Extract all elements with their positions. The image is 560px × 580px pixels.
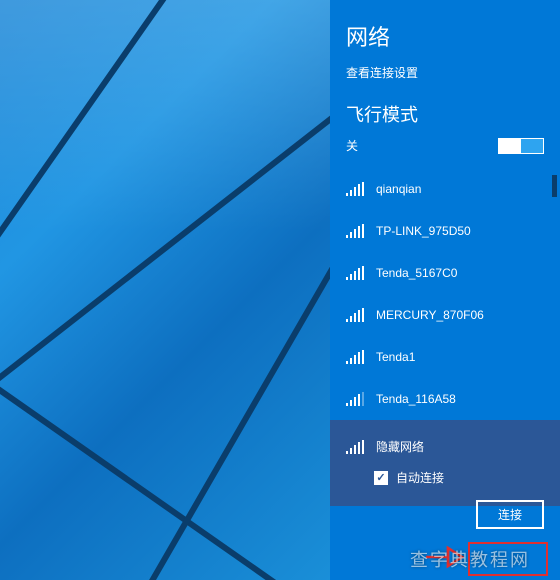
signal-icon	[346, 440, 364, 454]
airplane-mode-status: 关	[346, 137, 358, 154]
desktop-wallpaper	[0, 0, 330, 580]
view-connection-settings-link[interactable]: 查看连接设置	[330, 64, 560, 97]
hidden-network-item[interactable]: 隐藏网络	[330, 430, 560, 461]
decorative-line	[0, 375, 330, 580]
signal-icon	[346, 182, 364, 196]
wifi-network-list: qianqian TP-LINK_975D50 Tenda_5167C0 MER…	[330, 164, 560, 420]
annotation-highlight-box	[468, 542, 548, 576]
panel-title: 网络	[330, 20, 560, 64]
signal-icon	[346, 266, 364, 280]
wifi-name: MERCURY_870F06	[376, 308, 484, 322]
wifi-network-item[interactable]: Tenda_116A58	[330, 378, 560, 420]
scrollbar[interactable]	[552, 175, 557, 197]
decorative-line	[80, 180, 330, 580]
wifi-name: Tenda_116A58	[376, 392, 456, 406]
airplane-mode-toggle[interactable]	[498, 138, 544, 154]
auto-connect-label: 自动连接	[396, 469, 444, 486]
hidden-network-label: 隐藏网络	[376, 438, 424, 455]
airplane-mode-label: 飞行模式	[330, 97, 560, 137]
wifi-name: Tenda1	[376, 350, 415, 364]
decorative-line	[0, 0, 185, 465]
signal-icon	[346, 392, 364, 406]
auto-connect-checkbox[interactable]: ✓	[374, 471, 388, 485]
wifi-network-item[interactable]: qianqian	[330, 168, 560, 210]
wifi-name: qianqian	[376, 182, 421, 196]
annotation-arrow-icon	[424, 542, 464, 572]
wifi-network-item[interactable]: Tenda1	[330, 336, 560, 378]
hidden-network-section: 隐藏网络 ✓ 自动连接 连接	[330, 420, 560, 506]
signal-icon	[346, 224, 364, 238]
signal-icon	[346, 308, 364, 322]
network-charm-panel: 网络 查看连接设置 飞行模式 关 qianqian TP-LINK_975D50…	[330, 0, 560, 580]
signal-icon	[346, 350, 364, 364]
wifi-network-item[interactable]: Tenda_5167C0	[330, 252, 560, 294]
wifi-name: Tenda_5167C0	[376, 266, 457, 280]
wifi-name: TP-LINK_975D50	[376, 224, 471, 238]
wifi-network-item[interactable]: TP-LINK_975D50	[330, 210, 560, 252]
wifi-network-item[interactable]: MERCURY_870F06	[330, 294, 560, 336]
connect-button[interactable]: 连接	[476, 500, 544, 529]
